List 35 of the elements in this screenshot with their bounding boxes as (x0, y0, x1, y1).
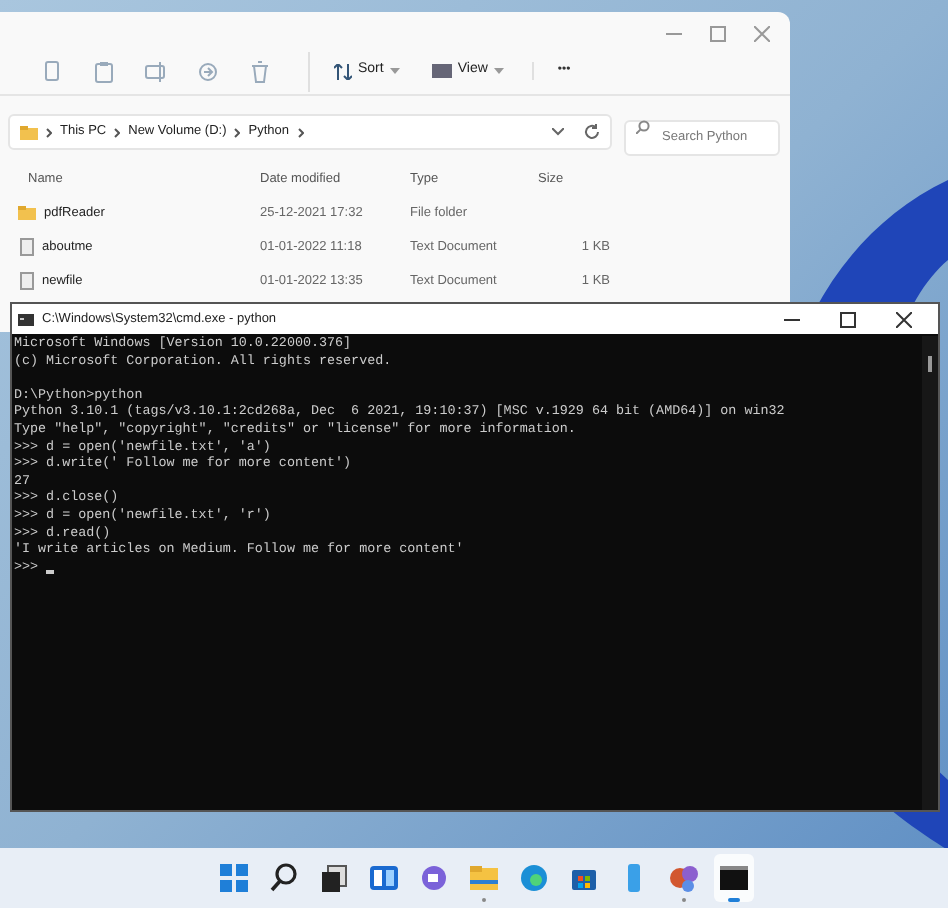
app-cluster-icon (668, 862, 700, 894)
share-icon[interactable] (196, 59, 220, 83)
chevron-icon (46, 127, 52, 137)
sort-icon (334, 63, 352, 79)
search-icon (268, 862, 300, 894)
paste-icon[interactable] (92, 59, 116, 83)
caret-icon (493, 68, 504, 74)
dropdown-icon (552, 128, 564, 136)
chevron-icon (114, 127, 121, 137)
start-icon (218, 862, 250, 894)
chevron-icon (234, 127, 241, 137)
taskbar-button[interactable] (714, 854, 754, 902)
globe-icon (518, 862, 550, 894)
view-icon (431, 64, 452, 78)
text-cursor (46, 569, 55, 574)
close-icon (896, 311, 912, 327)
search-icon (636, 120, 650, 134)
scrollbar-thumb[interactable] (928, 356, 932, 372)
chevron-icon (297, 127, 303, 137)
maximize-icon (710, 26, 726, 42)
folder-icon (18, 206, 36, 220)
chat-bubble-icon (418, 862, 450, 894)
folder-icon (468, 862, 500, 894)
console-icon (18, 313, 34, 325)
delete-icon[interactable] (248, 59, 272, 83)
caret-icon (389, 68, 400, 74)
rename-icon[interactable] (144, 59, 168, 83)
widgets-icon (368, 862, 400, 894)
maximize-icon (840, 311, 856, 327)
folder-icon (20, 125, 38, 139)
refresh-icon (584, 124, 600, 140)
console-icon (718, 862, 750, 894)
copy-icon[interactable] (40, 59, 64, 83)
close-icon (754, 26, 770, 42)
task-view-icon (318, 862, 350, 894)
